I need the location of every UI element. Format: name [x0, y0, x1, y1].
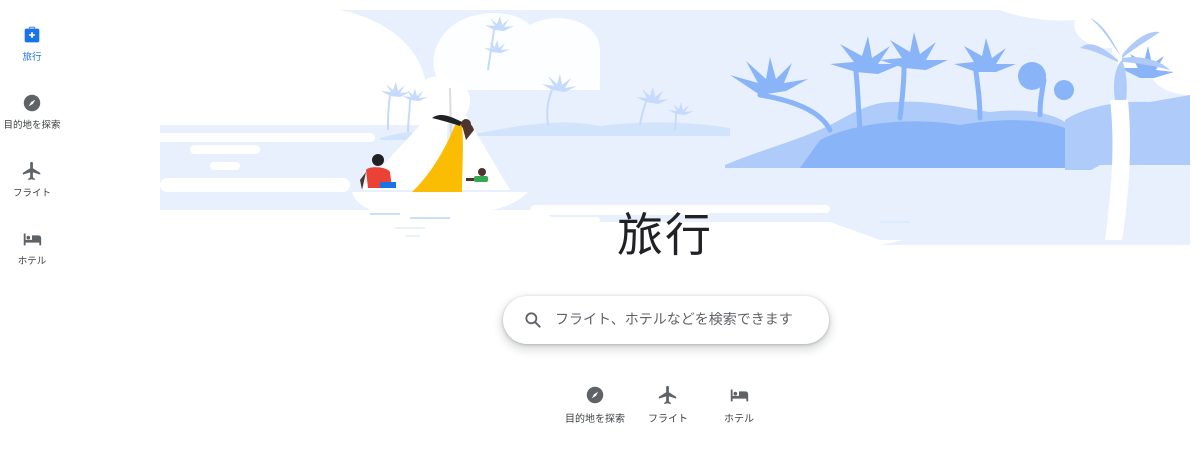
chip-hotels[interactable]: ホテル: [699, 384, 779, 434]
flight-icon: [22, 161, 41, 181]
explore-compass-icon: [23, 94, 41, 112]
explore-compass-icon: [586, 386, 604, 404]
sidebar-item-label: フライト: [12, 188, 51, 199]
page-title: 旅行: [617, 208, 713, 262]
search-box[interactable]: [503, 296, 829, 344]
hotel-bed-icon: [730, 389, 749, 402]
search-icon: [525, 312, 541, 328]
chip-label: フライト: [648, 414, 688, 425]
travel-bag-icon: [24, 26, 40, 43]
flight-icon: [658, 385, 677, 405]
sidebar-item-travel[interactable]: 旅行: [0, 24, 64, 80]
sidebar-item-label: 旅行: [22, 52, 42, 63]
chip-flights[interactable]: フライト: [628, 384, 708, 434]
sidebar-item-label: 目的地を探索: [3, 120, 61, 131]
sidebar-item-explore[interactable]: 目的地を探索: [0, 92, 64, 148]
chip-explore[interactable]: 目的地を探索: [555, 384, 635, 434]
chip-label: ホテル: [724, 414, 754, 425]
search-input[interactable]: [555, 312, 805, 328]
travel-page: 旅行 目的地を探索 フライト ホテル 旅行 フライト、ホテルなどを検索できます …: [0, 0, 1199, 451]
chip-label: 目的地を探索: [565, 414, 625, 425]
